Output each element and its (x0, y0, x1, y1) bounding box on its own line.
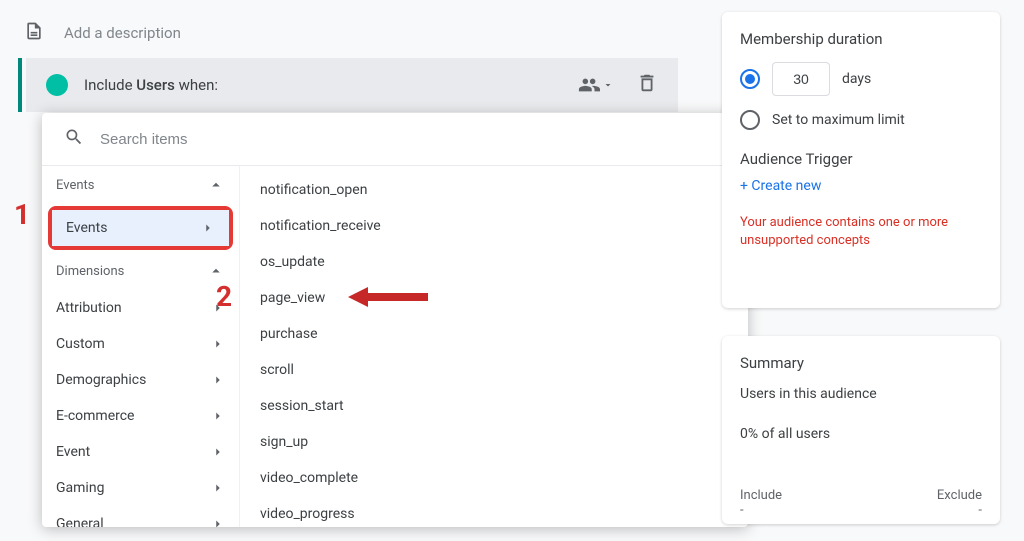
event-item-page-view[interactable]: page_view (240, 280, 748, 316)
include-actions (578, 72, 658, 98)
annotation-2: 2 (216, 280, 232, 313)
chevron-right-icon (211, 517, 225, 527)
dimension-item-gaming[interactable]: Gaming (42, 470, 239, 506)
membership-title: Membership duration (740, 30, 982, 48)
annotation-1: 1 (14, 198, 30, 231)
dimension-item-event[interactable]: Event (42, 434, 239, 470)
dimension-item-general[interactable]: General (42, 506, 239, 527)
dimension-label: Attribution (56, 300, 122, 316)
events-group-header[interactable]: Events (42, 166, 239, 204)
include-condition-bar: Include Users when: (26, 58, 678, 112)
event-item[interactable]: scroll (240, 352, 748, 388)
include-subject: Users (136, 76, 175, 94)
dimensions-group-label: Dimensions (56, 264, 124, 279)
days-input[interactable] (772, 62, 830, 96)
summary-include-exclude: Include - Exclude - (740, 488, 982, 518)
event-item[interactable]: purchase (240, 316, 748, 352)
include-text: Include Users when: (84, 76, 578, 94)
days-radio-row[interactable]: days (740, 62, 982, 96)
event-item[interactable]: notification_open (240, 172, 748, 208)
event-item[interactable]: video_complete (240, 460, 748, 496)
delete-condition-button[interactable] (636, 72, 658, 98)
chevron-right-icon (201, 221, 215, 235)
event-item[interactable]: video_progress (240, 496, 748, 527)
dimension-label: Gaming (56, 480, 104, 496)
dropdown-body: Events Events Dimensions Attribution Cus… (42, 165, 748, 527)
chevron-up-icon (207, 262, 225, 280)
description-placeholder[interactable]: Add a description (64, 24, 181, 42)
event-item[interactable]: sign_up (240, 424, 748, 460)
trigger-title: Audience Trigger (740, 150, 982, 168)
dimension-item-demographics[interactable]: Demographics (42, 362, 239, 398)
dimension-label: Event (56, 444, 90, 460)
chevron-right-icon (211, 337, 225, 351)
events-item-label: Events (66, 220, 107, 236)
chevron-right-icon (211, 373, 225, 387)
event-item[interactable]: session_start (240, 388, 748, 424)
radio-days[interactable] (740, 69, 760, 89)
dimension-label: Custom (56, 336, 105, 352)
exclude-value: - (937, 503, 982, 518)
exclude-label: Exclude (937, 488, 982, 503)
dimension-item-ecommerce[interactable]: E-commerce (42, 398, 239, 434)
membership-card: Membership duration days Set to maximum … (722, 12, 1000, 308)
dimension-label: E-commerce (56, 408, 134, 424)
chevron-right-icon (211, 445, 225, 459)
summary-title: Summary (740, 354, 982, 372)
file-icon (24, 21, 44, 45)
dimension-label: General (56, 516, 104, 527)
create-new-link[interactable]: + Create new (740, 178, 821, 194)
event-item[interactable]: os_update (240, 244, 748, 280)
search-row (42, 113, 748, 165)
chevron-right-icon (211, 409, 225, 423)
annotation-arrow (348, 285, 428, 309)
max-radio-row[interactable]: Set to maximum limit (740, 110, 982, 130)
chevron-right-icon (211, 481, 225, 495)
event-list[interactable]: notification_open notification_receive o… (240, 166, 748, 527)
event-item[interactable]: notification_receive (240, 208, 748, 244)
include-label: Include (740, 488, 782, 503)
scope-dot (46, 74, 68, 96)
days-label: days (842, 71, 871, 87)
summary-percent: 0% of all users (740, 426, 982, 442)
category-list[interactable]: Events Events Dimensions Attribution Cus… (42, 166, 240, 527)
item-picker-dropdown: Events Events Dimensions Attribution Cus… (42, 113, 748, 527)
summary-subtitle: Users in this audience (740, 386, 982, 402)
scope-selector[interactable] (578, 74, 614, 96)
dimensions-group-header[interactable]: Dimensions (42, 252, 239, 290)
events-item[interactable]: Events (52, 210, 229, 246)
events-group-label: Events (56, 178, 94, 193)
dimension-label: Demographics (56, 372, 146, 388)
search-input[interactable] (100, 131, 726, 148)
dimension-item-custom[interactable]: Custom (42, 326, 239, 362)
summary-card: Summary Users in this audience 0% of all… (722, 336, 1000, 524)
include-value: - (740, 503, 782, 518)
radio-max[interactable] (740, 110, 760, 130)
dimension-item-attribution[interactable]: Attribution (42, 290, 239, 326)
max-limit-label: Set to maximum limit (772, 112, 905, 128)
include-prefix: Include (84, 76, 136, 94)
search-icon (64, 127, 84, 151)
events-item-highlight: Events (48, 206, 233, 250)
include-suffix: when: (175, 76, 218, 94)
warning-text: Your audience contains one or more unsup… (740, 214, 982, 250)
chevron-up-icon (207, 176, 225, 194)
